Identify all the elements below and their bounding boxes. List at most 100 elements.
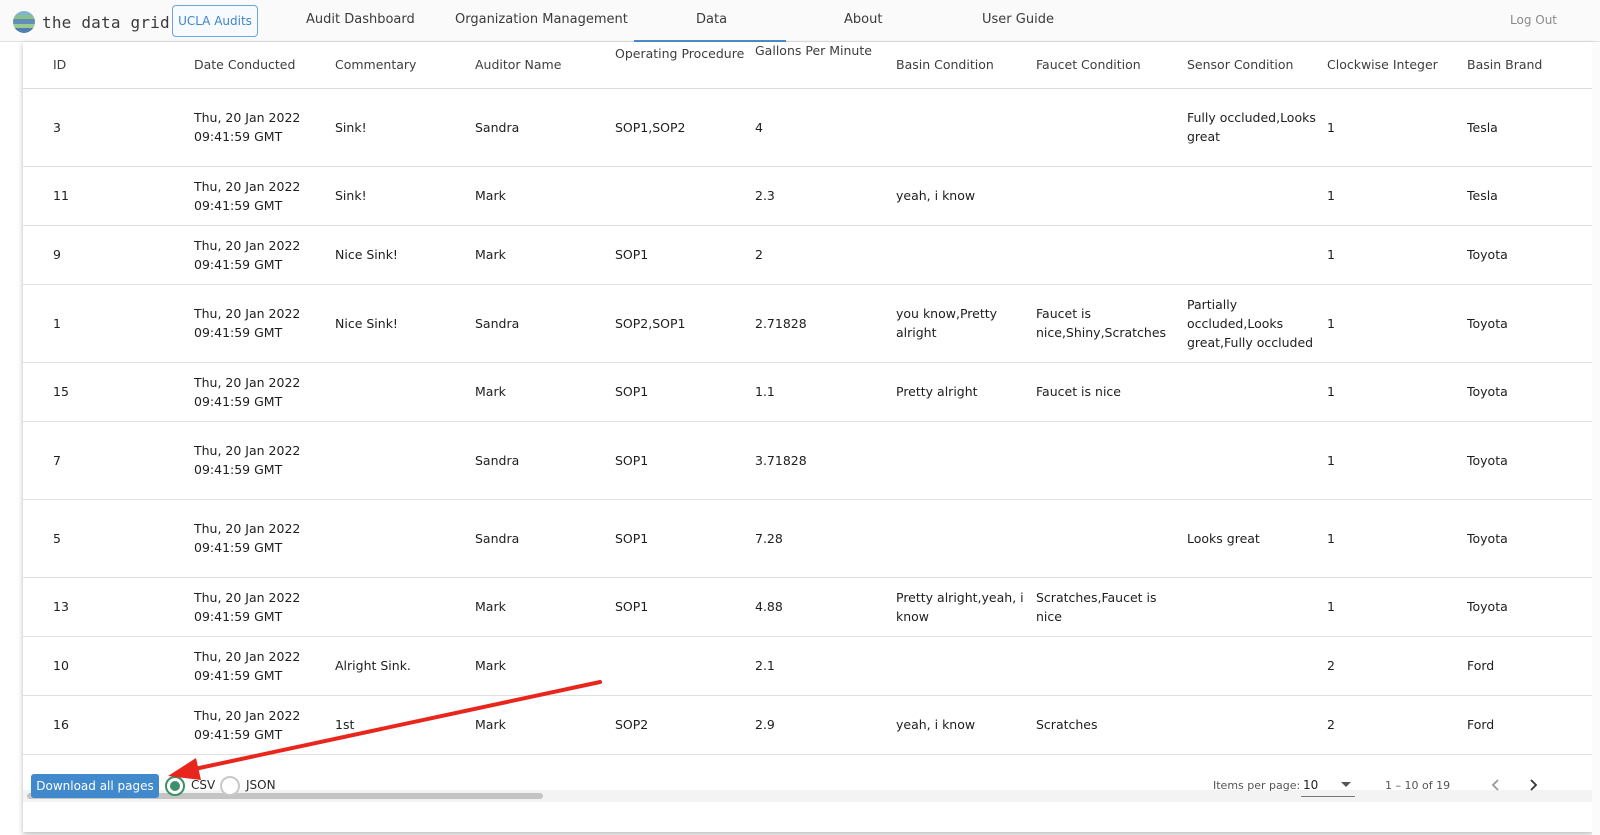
cell-commentary: Nice Sink!: [335, 284, 475, 363]
cell-basin-condition: yeah, i know: [896, 166, 1036, 226]
cell-faucet-condition: [1036, 88, 1187, 167]
column-header-id[interactable]: ID: [23, 42, 194, 89]
brand-logo[interactable]: the data grid: [12, 9, 170, 35]
cell-sensor-condition: Fully occluded,Looks great: [1187, 88, 1327, 167]
nav-organization-management[interactable]: Organization Management: [455, 12, 628, 27]
cell-faucet-condition: Scratches,Faucet is nice: [1036, 577, 1187, 637]
column-header-basin-brand[interactable]: Basin Brand: [1467, 42, 1593, 89]
cell-commentary: [335, 421, 475, 500]
cell-auditor-name: Sandra: [475, 88, 615, 167]
table-row[interactable]: 5 Thu, 20 Jan 2022 09:41:59 GMT Sandra SOP1…: [23, 499, 1593, 578]
cell-date-conducted: Thu, 20 Jan 2022 09:41:59 GMT: [194, 362, 335, 422]
cell-date-conducted: Thu, 20 Jan 2022 09:41:59 GMT: [194, 499, 335, 578]
table-row[interactable]: 1 Thu, 20 Jan 2022 09:41:59 GMT Nice Sink!…: [23, 284, 1593, 363]
table-row[interactable]: 11 Thu, 20 Jan 2022 09:41:59 GMT Sink! Mark…: [23, 166, 1593, 226]
items-per-page-value: 10: [1303, 778, 1319, 792]
nav-audit-dashboard[interactable]: Audit Dashboard: [306, 12, 415, 27]
cell-basin-condition: yeah, i know: [896, 695, 1036, 755]
cell-clockwise-integer: 1: [1327, 225, 1467, 285]
cell-faucet-condition: [1036, 636, 1187, 696]
cell-auditor-name: Mark: [475, 166, 615, 226]
cell-gallons-per-minute: 1.1: [755, 362, 896, 422]
column-header-operating-procedure[interactable]: Operating Procedure: [615, 42, 755, 89]
table-row[interactable]: 10 Thu, 20 Jan 2022 09:41:59 GMT Alright S…: [23, 636, 1593, 696]
cell-auditor-name: Mark: [475, 695, 615, 755]
cell-date-conducted: Thu, 20 Jan 2022 09:41:59 GMT: [194, 577, 335, 637]
cell-gallons-per-minute: 2.71828: [755, 284, 896, 363]
json-radio[interactable]: [220, 776, 240, 796]
cell-id: 13: [23, 577, 194, 637]
cell-basin-condition: [896, 636, 1036, 696]
cell-date-conducted: Thu, 20 Jan 2022 09:41:59 GMT: [194, 166, 335, 226]
caret-down-icon: [1341, 782, 1351, 787]
logout-link[interactable]: Log Out: [1510, 13, 1557, 27]
cell-id: 7: [23, 421, 194, 500]
cell-date-conducted: Thu, 20 Jan 2022 09:41:59 GMT: [194, 695, 335, 755]
column-header-gallons-per-minute[interactable]: Gallons Per Minute: [755, 42, 896, 89]
cell-gallons-per-minute: 2.9: [755, 695, 896, 755]
table-row[interactable]: 15 Thu, 20 Jan 2022 09:41:59 GMT Mark SOP1 1…: [23, 362, 1593, 422]
audit-data-table: ID Date Conducted Commentary Auditor Nam…: [23, 42, 1593, 755]
column-header-clockwise-integer[interactable]: Clockwise Integer: [1327, 42, 1467, 89]
cell-operating-procedure: [615, 636, 755, 696]
cell-clockwise-integer: 1: [1327, 421, 1467, 500]
json-radio-label[interactable]: JSON: [246, 778, 276, 792]
table-body: 3 Thu, 20 Jan 2022 09:41:59 GMT Sink! Sandr…: [23, 88, 1593, 755]
cell-gallons-per-minute: 2.1: [755, 636, 896, 696]
column-header-faucet-condition[interactable]: Faucet Condition: [1036, 42, 1187, 89]
cell-basin-condition: [896, 88, 1036, 167]
csv-radio-label[interactable]: CSV: [191, 778, 215, 792]
cell-commentary: [335, 499, 475, 578]
column-header-commentary[interactable]: Commentary: [335, 42, 475, 89]
column-header-basin-condition[interactable]: Basin Condition: [896, 42, 1036, 89]
cell-basin-brand: Toyota: [1467, 499, 1593, 578]
cell-date-conducted: Thu, 20 Jan 2022 09:41:59 GMT: [194, 225, 335, 285]
items-per-page-select[interactable]: 10: [1301, 773, 1355, 797]
cell-basin-brand: Toyota: [1467, 284, 1593, 363]
cell-sensor-condition: [1187, 362, 1327, 422]
cell-clockwise-integer: 1: [1327, 362, 1467, 422]
vertical-scrollbar[interactable]: [1592, 42, 1600, 835]
cell-sensor-condition: [1187, 577, 1327, 637]
cell-faucet-condition: [1036, 421, 1187, 500]
cell-commentary: Alright Sink.: [335, 636, 475, 696]
cell-sensor-condition: [1187, 421, 1327, 500]
cell-faucet-condition: [1036, 225, 1187, 285]
cell-gallons-per-minute: 4: [755, 88, 896, 167]
nav-data[interactable]: Data: [696, 12, 727, 27]
download-all-pages-button[interactable]: Download all pages: [31, 774, 159, 798]
column-header-date-conducted[interactable]: Date Conducted: [194, 42, 335, 89]
table-row[interactable]: 3 Thu, 20 Jan 2022 09:41:59 GMT Sink! Sandr…: [23, 88, 1593, 167]
cell-auditor-name: Sandra: [475, 284, 615, 363]
cell-gallons-per-minute: 7.28: [755, 499, 896, 578]
table-row[interactable]: 16 Thu, 20 Jan 2022 09:41:59 GMT 1st Mark SO…: [23, 695, 1593, 755]
cell-id: 5: [23, 499, 194, 578]
cell-operating-procedure: SOP2,SOP1: [615, 284, 755, 363]
cell-sensor-condition: [1187, 695, 1327, 755]
table-row[interactable]: 13 Thu, 20 Jan 2022 09:41:59 GMT Mark SOP1 4…: [23, 577, 1593, 637]
cell-gallons-per-minute: 3.71828: [755, 421, 896, 500]
cell-sensor-condition: [1187, 636, 1327, 696]
cell-operating-procedure: SOP1: [615, 499, 755, 578]
cell-auditor-name: Mark: [475, 636, 615, 696]
org-select-button[interactable]: UCLA Audits: [172, 5, 258, 37]
table-row[interactable]: 7 Thu, 20 Jan 2022 09:41:59 GMT Sandra SOP1…: [23, 421, 1593, 500]
cell-commentary: Sink!: [335, 166, 475, 226]
pagination-range: 1 – 10 of 19: [1385, 779, 1451, 792]
csv-radio[interactable]: [165, 776, 185, 796]
chevron-right-icon: [1530, 779, 1538, 791]
cell-commentary: Sink!: [335, 88, 475, 167]
column-header-sensor-condition[interactable]: Sensor Condition: [1187, 42, 1327, 89]
cell-sensor-condition: Partially occluded,Looks great,Fully occ…: [1187, 284, 1327, 363]
column-header-auditor-name[interactable]: Auditor Name: [475, 42, 615, 89]
chevron-left-icon: [1491, 779, 1499, 791]
table-row[interactable]: 9 Thu, 20 Jan 2022 09:41:59 GMT Nice Sink!…: [23, 225, 1593, 285]
nav-about[interactable]: About: [844, 12, 882, 27]
nav-user-guide[interactable]: User Guide: [982, 12, 1054, 27]
cell-id: 11: [23, 166, 194, 226]
next-page-button[interactable]: [1521, 773, 1545, 797]
cell-commentary: 1st: [335, 695, 475, 755]
previous-page-button[interactable]: [1484, 773, 1508, 797]
cell-clockwise-integer: 1: [1327, 577, 1467, 637]
cell-clockwise-integer: 2: [1327, 695, 1467, 755]
